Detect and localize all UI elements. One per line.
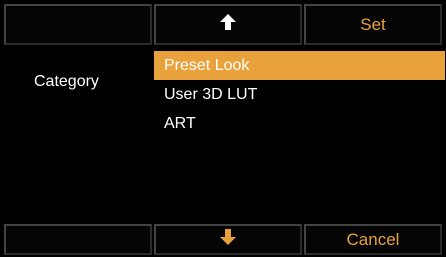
- list-item-preset-look[interactable]: Preset Look: [154, 51, 445, 80]
- category-label: Category: [34, 73, 99, 90]
- arrow-down-icon: [220, 229, 236, 250]
- softkey-top-left[interactable]: [4, 4, 152, 45]
- set-button-label: Set: [360, 14, 386, 34]
- scroll-up-button[interactable]: [154, 4, 302, 45]
- softkey-bottom-left[interactable]: [4, 224, 152, 255]
- option-list: Preset Look User 3D LUT ART: [154, 51, 445, 138]
- list-item-user-3d-lut[interactable]: User 3D LUT: [154, 80, 445, 109]
- cancel-button[interactable]: Cancel: [304, 224, 442, 255]
- scroll-down-button[interactable]: [154, 224, 302, 255]
- cancel-button-label: Cancel: [346, 229, 400, 249]
- set-button[interactable]: Set: [304, 4, 442, 45]
- list-item-art[interactable]: ART: [154, 109, 445, 138]
- arrow-up-icon: [220, 14, 236, 35]
